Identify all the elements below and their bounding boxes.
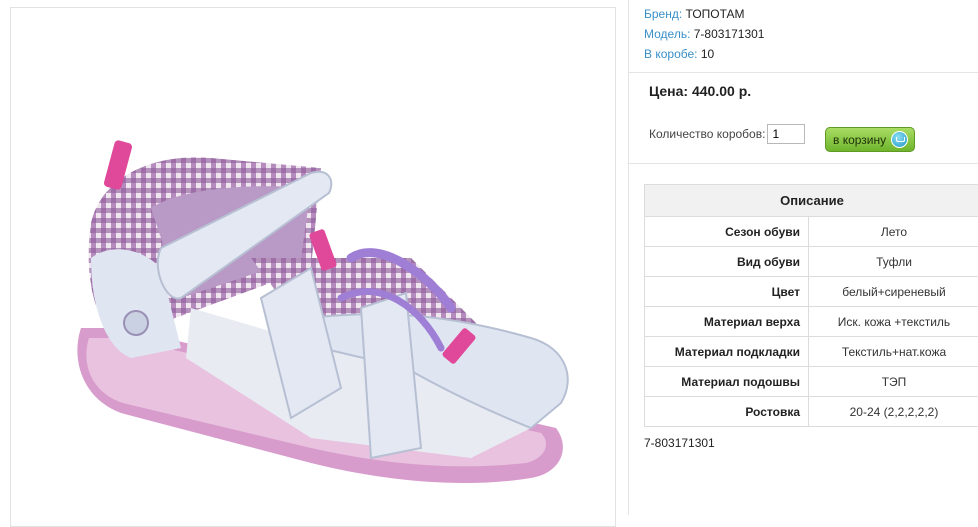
spec-brand: Бренд: ТОПОТАМ bbox=[644, 4, 764, 24]
divider bbox=[629, 163, 978, 164]
sku-text: 7-803171301 bbox=[644, 436, 715, 450]
table-row: Цветбелый+сиреневый bbox=[645, 277, 978, 307]
quantity-label: Количество коробов: bbox=[649, 127, 765, 141]
add-to-cart-button[interactable]: в корзину bbox=[825, 127, 915, 152]
product-specs: Бренд: ТОПОТАМ Модель: 7-803171301 В кор… bbox=[644, 4, 764, 64]
quantity-row: Количество коробов: bbox=[649, 124, 805, 144]
row-key: Вид обуви bbox=[645, 247, 809, 277]
add-to-cart-label: в корзину bbox=[833, 133, 886, 147]
table-row: Вид обувиТуфли bbox=[645, 247, 978, 277]
description-header: Описание bbox=[645, 185, 978, 217]
row-value: Иск. кожа +текстиль bbox=[809, 307, 978, 337]
row-key: Ростовка bbox=[645, 397, 809, 427]
table-row: Материал подошвыТЭП bbox=[645, 367, 978, 397]
row-key: Материал подкладки bbox=[645, 337, 809, 367]
row-key: Материал верха bbox=[645, 307, 809, 337]
row-value: Текстиль+нат.кожа bbox=[809, 337, 978, 367]
spec-model: Модель: 7-803171301 bbox=[644, 24, 764, 44]
spec-value: 10 bbox=[701, 47, 714, 61]
table-row: Материал подкладкиТекстиль+нат.кожа bbox=[645, 337, 978, 367]
row-value: 20-24 (2,2,2,2,2) bbox=[809, 397, 978, 427]
sandal-image bbox=[11, 8, 615, 526]
row-value: ТЭП bbox=[809, 367, 978, 397]
quantity-input[interactable] bbox=[767, 124, 805, 144]
row-key: Сезон обуви bbox=[645, 217, 809, 247]
table-row: Ростовка20-24 (2,2,2,2,2) bbox=[645, 397, 978, 427]
spec-label: Бренд: bbox=[644, 7, 682, 21]
table-row: Материал верхаИск. кожа +текстиль bbox=[645, 307, 978, 337]
spec-value: ТОПОТАМ bbox=[686, 7, 745, 21]
description-table: Описание Сезон обувиЛето Вид обувиТуфли … bbox=[644, 184, 978, 427]
spec-label: Модель: bbox=[644, 27, 690, 41]
row-key: Материал подошвы bbox=[645, 367, 809, 397]
product-image[interactable] bbox=[10, 7, 616, 527]
divider-vertical bbox=[628, 0, 629, 515]
basket-icon bbox=[891, 131, 908, 148]
spec-box-count: В коробе: 10 bbox=[644, 44, 764, 64]
spec-label: В коробе: bbox=[644, 47, 698, 61]
row-value: Туфли bbox=[809, 247, 978, 277]
table-row: Сезон обувиЛето bbox=[645, 217, 978, 247]
divider bbox=[629, 72, 978, 73]
price: Цена: 440.00 р. bbox=[649, 83, 751, 99]
row-value: белый+сиреневый bbox=[809, 277, 978, 307]
row-key: Цвет bbox=[645, 277, 809, 307]
row-value: Лето bbox=[809, 217, 978, 247]
spec-value: 7-803171301 bbox=[694, 27, 765, 41]
